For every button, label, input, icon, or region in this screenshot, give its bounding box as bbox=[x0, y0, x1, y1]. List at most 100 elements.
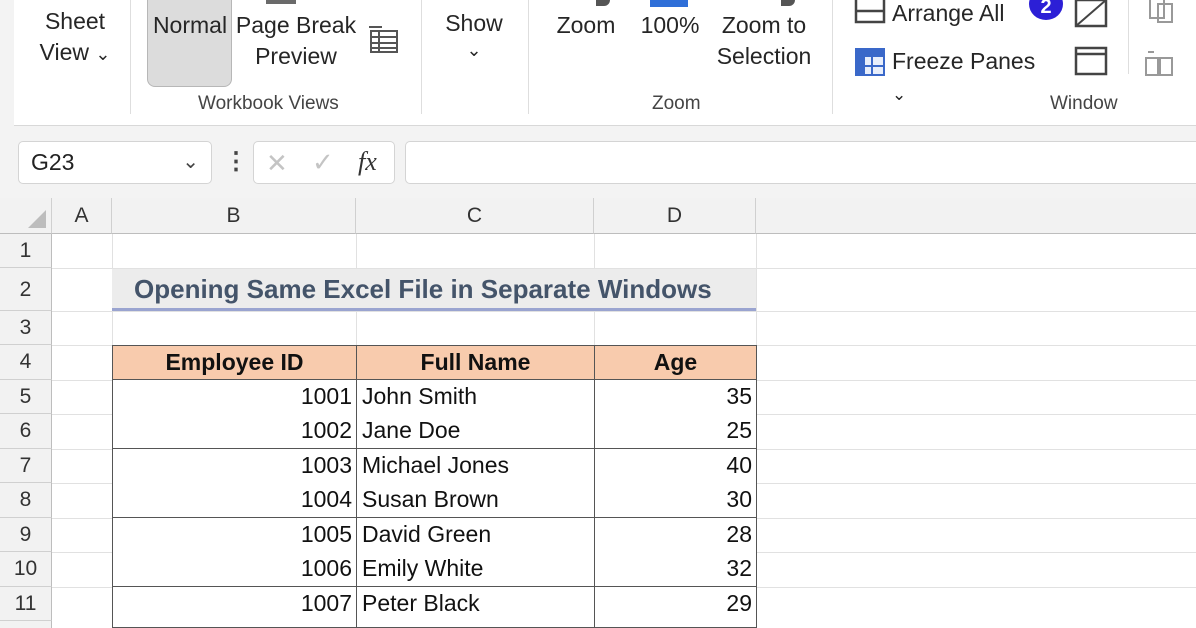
row-header-5[interactable]: 5 bbox=[0, 380, 52, 414]
row-header-11[interactable]: 11 bbox=[0, 587, 52, 621]
gridline bbox=[52, 414, 112, 415]
sheet-view-label-1: Sheet bbox=[44, 8, 106, 34]
insert-function-icon[interactable]: fx bbox=[358, 147, 377, 177]
gridline bbox=[756, 449, 1196, 450]
cell-employee-id[interactable]: 1003 bbox=[112, 449, 357, 484]
gridline bbox=[52, 552, 112, 553]
sync-scrolling-icon[interactable] bbox=[1144, 48, 1176, 78]
page-break-label-2: Preview bbox=[255, 43, 337, 69]
group-label-workbook-views: Workbook Views bbox=[198, 93, 339, 114]
cell-full-name[interactable] bbox=[356, 621, 595, 628]
sheet-view-label-2: View ⌄ bbox=[39, 39, 111, 65]
row-header-8[interactable]: 8 bbox=[0, 483, 52, 518]
row-header-7[interactable]: 7 bbox=[0, 449, 52, 483]
table-header-employee-id[interactable]: Employee ID bbox=[112, 345, 357, 380]
gridline bbox=[52, 449, 112, 450]
cell-age[interactable] bbox=[594, 621, 757, 628]
cell-age[interactable]: 30 bbox=[594, 483, 757, 518]
more-options-icon[interactable]: ⋮ bbox=[224, 147, 248, 176]
freeze-panes-button[interactable]: Freeze Panes ⌄ bbox=[892, 46, 1052, 110]
ribbon-separator bbox=[421, 0, 422, 114]
column-header-b[interactable]: B bbox=[112, 198, 356, 234]
cell-full-name[interactable]: David Green bbox=[356, 518, 595, 553]
group-label-zoom: Zoom bbox=[652, 93, 701, 114]
name-box-value: G23 bbox=[31, 149, 75, 175]
row-header-12[interactable] bbox=[0, 621, 52, 628]
gridline bbox=[756, 587, 1196, 588]
gridline bbox=[756, 552, 1196, 553]
row-header-10[interactable]: 10 bbox=[0, 552, 52, 587]
cell-employee-id[interactable] bbox=[112, 621, 357, 628]
cancel-icon[interactable]: ✕ bbox=[266, 148, 288, 179]
column-header-d[interactable]: D bbox=[594, 198, 756, 234]
cell-employee-id[interactable]: 1002 bbox=[112, 414, 357, 449]
cell-full-name[interactable]: Peter Black bbox=[356, 587, 595, 622]
gridline bbox=[52, 311, 1196, 312]
row-header-2[interactable]: 2 bbox=[0, 268, 52, 311]
excel-window: Sheet View ⌄ Normal Page Break Preview W… bbox=[0, 0, 1196, 628]
arrange-all-button[interactable]: Arrange All bbox=[892, 0, 1017, 29]
cell-age[interactable]: 28 bbox=[594, 518, 757, 553]
cell-full-name[interactable]: Michael Jones bbox=[356, 449, 595, 484]
cell-employee-id[interactable]: 1007 bbox=[112, 587, 357, 622]
show-label: Show bbox=[445, 10, 503, 36]
page-break-icon bbox=[266, 0, 296, 4]
cell-age[interactable]: 32 bbox=[594, 552, 757, 587]
gridline bbox=[52, 518, 112, 519]
gridline bbox=[52, 483, 112, 484]
row-header-6[interactable]: 6 bbox=[0, 414, 52, 449]
row-header-9[interactable]: 9 bbox=[0, 518, 52, 552]
cell-full-name[interactable]: Jane Doe bbox=[356, 414, 595, 449]
chevron-down-icon[interactable]: ⌄ bbox=[182, 149, 199, 174]
cell-full-name[interactable]: Emily White bbox=[356, 552, 595, 587]
cell-age[interactable]: 35 bbox=[594, 380, 757, 415]
chevron-down-icon: ⌄ bbox=[892, 85, 907, 104]
zoom-to-selection-label-1: Zoom to bbox=[721, 12, 807, 38]
arrange-all-icon bbox=[854, 0, 886, 26]
ribbon-separator bbox=[832, 0, 833, 114]
freeze-panes-icon bbox=[854, 47, 886, 77]
cell-employee-id[interactable]: 1004 bbox=[112, 483, 357, 518]
cell-age[interactable]: 25 bbox=[594, 414, 757, 449]
view-side-by-side-icon[interactable] bbox=[1144, 0, 1176, 24]
cell-age[interactable]: 40 bbox=[594, 449, 757, 484]
cell-employee-id[interactable]: 1005 bbox=[112, 518, 357, 553]
cell-employee-id[interactable]: 1001 bbox=[112, 380, 357, 415]
column-header-a[interactable]: A bbox=[52, 198, 112, 234]
formula-input[interactable] bbox=[405, 141, 1196, 184]
zoom-100-button[interactable]: 100% bbox=[634, 10, 706, 41]
row-header-4[interactable]: 4 bbox=[0, 345, 52, 380]
new-window-icon[interactable] bbox=[1074, 46, 1108, 76]
cell-employee-id[interactable]: 1006 bbox=[112, 552, 357, 587]
cell-age[interactable]: 29 bbox=[594, 587, 757, 622]
sheet-view-button[interactable]: Sheet View ⌄ bbox=[32, 6, 118, 70]
gridline bbox=[756, 380, 1196, 381]
row-header-3[interactable]: 3 bbox=[0, 311, 52, 345]
cell-full-name[interactable]: John Smith bbox=[356, 380, 595, 415]
gridline bbox=[756, 518, 1196, 519]
zoom-to-selection-button[interactable]: Zoom to Selection bbox=[708, 10, 820, 72]
formula-actions: ✕ ✓ fx bbox=[253, 141, 395, 184]
gridline bbox=[756, 414, 1196, 415]
zoom-100-icon bbox=[650, 0, 688, 7]
show-button[interactable]: Show ⌄ bbox=[436, 8, 512, 61]
custom-views-icon[interactable] bbox=[368, 25, 400, 55]
column-header-c[interactable]: C bbox=[356, 198, 594, 234]
page-break-preview-button[interactable]: Page Break Preview bbox=[234, 10, 358, 72]
row-header-1[interactable]: 1 bbox=[0, 234, 52, 268]
table-header-full-name[interactable]: Full Name bbox=[356, 345, 595, 380]
enter-icon[interactable]: ✓ bbox=[312, 147, 334, 178]
normal-view-label: Normal bbox=[152, 12, 228, 38]
split-icon[interactable] bbox=[1074, 0, 1108, 28]
name-box[interactable]: G23 ⌄ bbox=[18, 141, 212, 184]
select-all-corner[interactable] bbox=[0, 198, 52, 234]
table-header-age[interactable]: Age bbox=[594, 345, 757, 380]
column-header-blank[interactable] bbox=[756, 198, 1196, 234]
gridline bbox=[52, 380, 112, 381]
page-break-label-1: Page Break bbox=[235, 12, 357, 38]
sheet-title[interactable]: Opening Same Excel File in Separate Wind… bbox=[112, 269, 756, 311]
ribbon-separator bbox=[1128, 0, 1129, 74]
zoom-button[interactable]: Zoom bbox=[546, 10, 626, 41]
gridline bbox=[52, 587, 112, 588]
cell-full-name[interactable]: Susan Brown bbox=[356, 483, 595, 518]
